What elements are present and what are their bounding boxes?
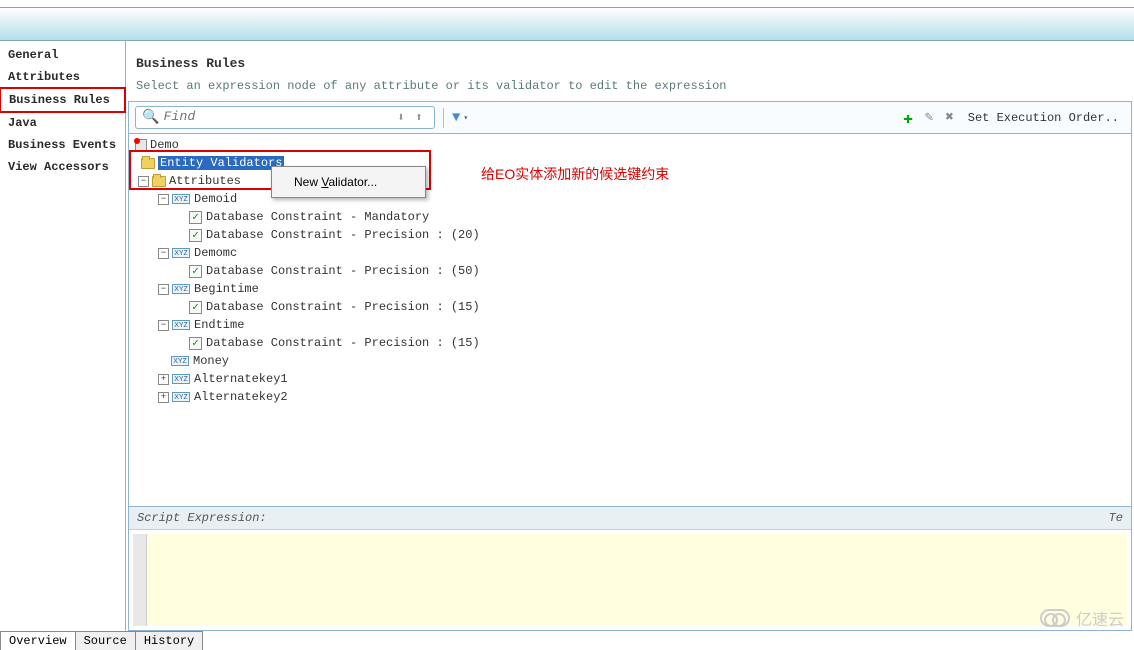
tree-view[interactable]: Demo Entity Validators − Attributes −XYZ… <box>128 134 1132 506</box>
attribute-icon: XYZ <box>172 248 190 258</box>
expand-icon[interactable]: + <box>158 374 169 385</box>
script-right-label: Te <box>1109 511 1123 525</box>
script-editor[interactable] <box>147 534 1127 626</box>
tab-history[interactable]: History <box>135 631 203 650</box>
sidebar-item-business-rules[interactable]: Business Rules <box>0 87 126 113</box>
collapse-icon[interactable]: − <box>158 248 169 259</box>
tree-node[interactable]: Endtime <box>194 318 244 332</box>
constraint-node[interactable]: Database Constraint - Precision : (50) <box>206 264 480 278</box>
tab-overview[interactable]: Overview <box>0 631 76 650</box>
chevron-down-icon: ▾ <box>463 113 468 123</box>
tree-node[interactable]: Alternatekey2 <box>194 390 288 404</box>
script-gutter <box>133 534 147 626</box>
folder-icon <box>152 176 166 187</box>
window-gradient-bar <box>0 8 1134 41</box>
find-prev-icon[interactable]: ⬆ <box>411 110 427 126</box>
toolbar: 🔍 ⬇ ⬆ ▼ ▾ ✚ ✎ ✖ Set Execution Order.. <box>128 101 1132 134</box>
check-icon <box>189 265 202 278</box>
tree-node[interactable]: Alternatekey1 <box>194 372 288 386</box>
tree-node[interactable]: Demomc <box>194 246 237 260</box>
menu-new-validator[interactable]: New Validator... <box>274 169 423 195</box>
context-menu: New Validator... <box>271 166 426 198</box>
check-icon <box>189 229 202 242</box>
watermark-logo-icon <box>1040 609 1070 627</box>
funnel-icon: ▼ <box>452 110 460 126</box>
set-execution-order-button[interactable]: Set Execution Order.. <box>962 109 1125 127</box>
search-input[interactable] <box>163 110 392 125</box>
collapse-icon[interactable]: − <box>158 320 169 331</box>
find-next-icon[interactable]: ⬇ <box>393 110 409 126</box>
check-icon <box>189 211 202 224</box>
tab-source[interactable]: Source <box>75 631 136 650</box>
check-icon <box>189 301 202 314</box>
collapse-icon[interactable]: − <box>158 284 169 295</box>
edit-button[interactable]: ✎ <box>921 109 937 126</box>
sidebar-item-view-accessors[interactable]: View Accessors <box>0 156 125 178</box>
sidebar: General Attributes Business Rules Java B… <box>0 41 126 631</box>
page-title: Business Rules <box>136 56 1124 71</box>
attribute-icon: XYZ <box>172 392 190 402</box>
tree-root[interactable]: Demo <box>150 138 179 152</box>
binoculars-icon: 🔍 <box>142 109 159 126</box>
collapse-icon[interactable]: − <box>138 176 149 187</box>
delete-button[interactable]: ✖ <box>941 109 957 126</box>
constraint-node[interactable]: Database Constraint - Precision : (15) <box>206 336 480 350</box>
search-box[interactable]: 🔍 ⬇ ⬆ <box>135 106 435 129</box>
attribute-icon: XYZ <box>172 320 190 330</box>
tree-node[interactable]: Demoid <box>194 192 237 206</box>
watermark: 亿速云 <box>1040 606 1124 630</box>
bottom-tabs: Overview Source History <box>0 631 202 650</box>
filter-button[interactable]: ▼ ▾ <box>452 110 468 126</box>
annotation-text: 给EO实体添加新的候选键约束 <box>481 164 669 184</box>
constraint-node[interactable]: Database Constraint - Precision : (20) <box>206 228 480 242</box>
page-subtitle: Select an expression node of any attribu… <box>136 79 1124 93</box>
entity-validators-node[interactable]: Entity Validators <box>158 156 284 170</box>
expand-icon[interactable]: + <box>158 392 169 403</box>
collapse-icon[interactable]: − <box>158 194 169 205</box>
constraint-node[interactable]: Database Constraint - Mandatory <box>206 210 429 224</box>
sidebar-item-business-events[interactable]: Business Events <box>0 134 125 156</box>
sidebar-item-general[interactable]: General <box>0 44 125 66</box>
script-expression-panel: Script Expression: Te <box>128 506 1132 631</box>
attribute-icon: XYZ <box>172 284 190 294</box>
sidebar-item-java[interactable]: Java <box>0 112 125 134</box>
script-title: Script Expression: <box>137 511 267 525</box>
attributes-node[interactable]: Attributes <box>169 174 241 188</box>
tree-node[interactable]: Begintime <box>194 282 259 296</box>
add-button[interactable]: ✚ <box>899 108 917 128</box>
sidebar-item-attributes[interactable]: Attributes <box>0 66 125 88</box>
constraint-node[interactable]: Database Constraint - Precision : (15) <box>206 300 480 314</box>
entity-icon <box>135 139 147 151</box>
check-icon <box>189 337 202 350</box>
attribute-icon: XYZ <box>172 374 190 384</box>
tree-node[interactable]: Money <box>193 354 229 368</box>
attribute-icon: XYZ <box>171 356 189 366</box>
folder-icon <box>141 158 155 169</box>
attribute-icon: XYZ <box>172 194 190 204</box>
